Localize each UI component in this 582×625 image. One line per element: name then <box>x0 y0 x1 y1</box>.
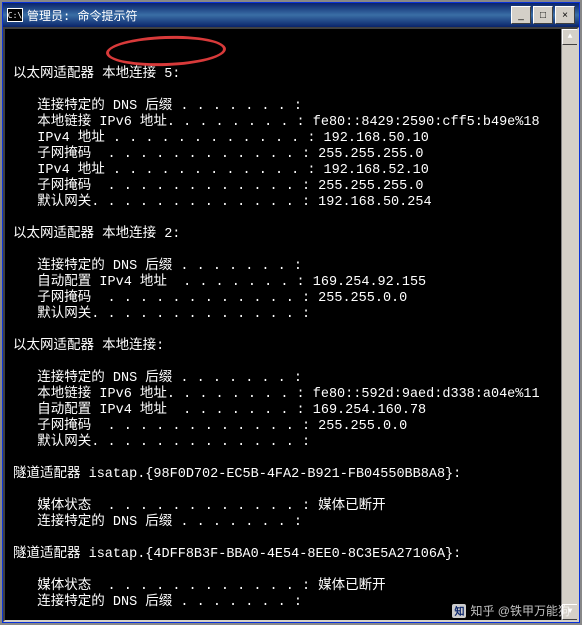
output-row: 子网掩码 . . . . . . . . . . . . : 255.255.2… <box>13 179 569 195</box>
output-row: 自动配置 IPv4 地址 . . . . . . . : 169.254.160… <box>13 403 569 419</box>
blank-line <box>13 483 569 499</box>
blank-line <box>13 83 569 99</box>
maximize-button[interactable]: □ <box>533 6 553 24</box>
row-label: 默认网关. . . . . . . . . . . . . : <box>13 435 310 451</box>
output-row: 本地链接 IPv6 地址. . . . . . . . : fe80::8429… <box>13 115 569 131</box>
output-row: 本地链接 IPv6 地址. . . . . . . . : fe80::592d… <box>13 387 569 403</box>
terminal-output[interactable]: 以太网适配器 本地连接 5: 连接特定的 DNS 后缀 . . . . . . … <box>3 27 579 622</box>
row-label: 子网掩码 . . . . . . . . . . . . : <box>13 179 310 195</box>
vertical-scrollbar[interactable]: ▲ ▼ <box>561 29 577 620</box>
row-value: 255.255.255.0 <box>310 147 423 163</box>
row-label: 本地链接 IPv6 地址. . . . . . . . : <box>13 115 305 131</box>
row-value: 192.168.50.254 <box>310 195 432 211</box>
output-row: 默认网关. . . . . . . . . . . . . : 192.168.… <box>13 195 569 211</box>
cmd-window: C:\ 管理员: 命令提示符 _ □ × 以太网适配器 本地连接 5: 连接特定… <box>2 2 580 623</box>
row-label: 子网掩码 . . . . . . . . . . . . : <box>13 147 310 163</box>
output-row: 子网掩码 . . . . . . . . . . . . : 255.255.0… <box>13 291 569 307</box>
output-row: 自动配置 IPv4 地址 . . . . . . . : 169.254.92.… <box>13 275 569 291</box>
row-label: 连接特定的 DNS 后缀 . . . . . . . : <box>13 371 302 387</box>
minimize-button[interactable]: _ <box>511 6 531 24</box>
row-label: 本地链接 IPv6 地址. . . . . . . . : <box>13 387 305 403</box>
output-row: IPv4 地址 . . . . . . . . . . . . : 192.16… <box>13 163 569 179</box>
blank-line <box>13 563 569 579</box>
blank-line <box>13 451 569 467</box>
row-value: 192.168.50.10 <box>315 131 428 147</box>
row-value: 169.254.92.155 <box>305 275 427 291</box>
titlebar[interactable]: C:\ 管理员: 命令提示符 _ □ × <box>3 3 579 27</box>
adapter-header: 以太网适配器 本地连接 5: <box>13 67 569 83</box>
blank-line <box>13 211 569 227</box>
row-label: 连接特定的 DNS 后缀 . . . . . . . : <box>13 595 302 611</box>
row-value: 192.168.52.10 <box>315 163 428 179</box>
row-value: 255.255.255.0 <box>310 179 423 195</box>
output-row: 连接特定的 DNS 后缀 . . . . . . . : <box>13 515 569 531</box>
output-row: 连接特定的 DNS 后缀 . . . . . . . : <box>13 259 569 275</box>
row-label: 自动配置 IPv4 地址 . . . . . . . : <box>13 403 305 419</box>
adapter-header: 隧道适配器 isatap.{4DFF8B3F-BBA0-4E54-8EE0-8C… <box>13 547 569 563</box>
output-row: 媒体状态 . . . . . . . . . . . . : 媒体已断开 <box>13 579 569 595</box>
output-row: 默认网关. . . . . . . . . . . . . : <box>13 435 569 451</box>
row-label: IPv4 地址 . . . . . . . . . . . . : <box>13 131 315 147</box>
row-label: 连接特定的 DNS 后缀 . . . . . . . : <box>13 99 302 115</box>
adapter-header: 隧道适配器 isatap.{98F0D702-EC5B-4FA2-B921-FB… <box>13 467 569 483</box>
row-label: 默认网关. . . . . . . . . . . . . : <box>13 195 310 211</box>
row-value: 媒体已断开 <box>310 499 386 515</box>
scroll-up-button[interactable]: ▲ <box>562 29 578 45</box>
row-label: 连接特定的 DNS 后缀 . . . . . . . : <box>13 515 302 531</box>
row-label: 连接特定的 DNS 后缀 . . . . . . . : <box>13 259 302 275</box>
output-row: 连接特定的 DNS 后缀 . . . . . . . : <box>13 595 569 611</box>
row-value: 255.255.0.0 <box>310 419 407 435</box>
window-title: 管理员: 命令提示符 <box>27 7 507 24</box>
row-label: 子网掩码 . . . . . . . . . . . . : <box>13 419 310 435</box>
output-row: 默认网关. . . . . . . . . . . . . : <box>13 307 569 323</box>
output-row: 连接特定的 DNS 后缀 . . . . . . . : <box>13 99 569 115</box>
output-row: 子网掩码 . . . . . . . . . . . . : 255.255.2… <box>13 147 569 163</box>
adapter-header: 以太网适配器 本地连接 2: <box>13 227 569 243</box>
output-row: 连接特定的 DNS 后缀 . . . . . . . : <box>13 371 569 387</box>
row-value: fe80::8429:2590:cff5:b49e%18 <box>305 115 540 131</box>
row-label: IPv4 地址 . . . . . . . . . . . . : <box>13 163 315 179</box>
adapter-header: 以太网适配器 本地连接: <box>13 339 569 355</box>
blank-line <box>13 323 569 339</box>
scroll-down-button[interactable]: ▼ <box>562 604 578 620</box>
blank-line <box>13 355 569 371</box>
row-label: 默认网关. . . . . . . . . . . . . : <box>13 307 310 323</box>
blank-line <box>13 243 569 259</box>
cmd-icon: C:\ <box>7 8 23 22</box>
row-label: 子网掩码 . . . . . . . . . . . . : <box>13 291 310 307</box>
close-button[interactable]: × <box>555 6 575 24</box>
output-row: 子网掩码 . . . . . . . . . . . . : 255.255.0… <box>13 419 569 435</box>
row-label: 媒体状态 . . . . . . . . . . . . : <box>13 499 310 515</box>
row-value: fe80::592d:9aed:d338:a04e%11 <box>305 387 540 403</box>
output-row: IPv4 地址 . . . . . . . . . . . . : 192.16… <box>13 131 569 147</box>
blank-line <box>13 531 569 547</box>
row-label: 自动配置 IPv4 地址 . . . . . . . : <box>13 275 305 291</box>
row-value: 169.254.160.78 <box>305 403 427 419</box>
row-label: 媒体状态 . . . . . . . . . . . . : <box>13 579 310 595</box>
output-row: 媒体状态 . . . . . . . . . . . . : 媒体已断开 <box>13 499 569 515</box>
row-value: 媒体已断开 <box>310 579 386 595</box>
row-value: 255.255.0.0 <box>310 291 407 307</box>
